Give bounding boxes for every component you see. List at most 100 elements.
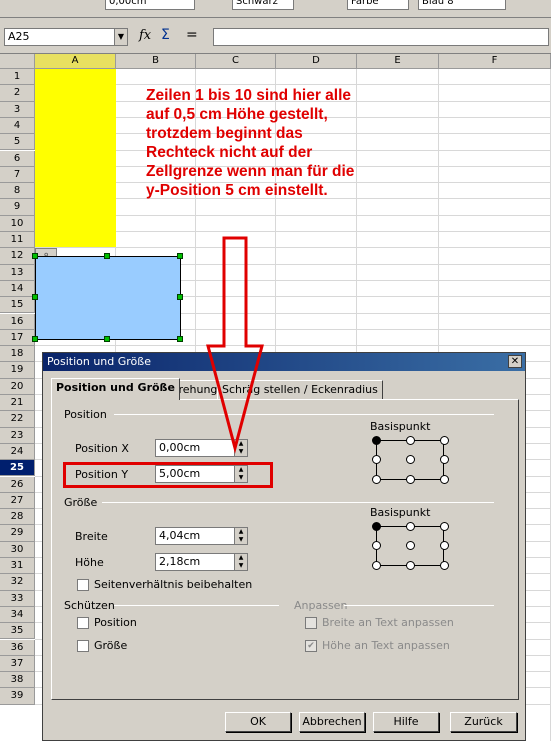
row-header-28[interactable]: 28 bbox=[0, 509, 35, 526]
row-header-15[interactable]: 15 bbox=[0, 297, 35, 314]
highlighted-cells bbox=[35, 69, 116, 247]
row-header-34[interactable]: 34 bbox=[0, 606, 35, 624]
row-header-26[interactable]: 26 bbox=[0, 476, 35, 493]
protect-position-label: Position bbox=[94, 616, 137, 629]
row-header-14[interactable]: 14 bbox=[0, 280, 35, 298]
resize-handle-t[interactable] bbox=[104, 253, 110, 259]
area-color-select[interactable]: Blau 8 bbox=[418, 0, 506, 10]
basispunkt-label-position: Basispunkt bbox=[370, 420, 431, 433]
row-header-13[interactable]: 13 bbox=[0, 264, 35, 281]
row-header-4[interactable]: 4 bbox=[0, 117, 35, 135]
row-header-19[interactable]: 19 bbox=[0, 362, 35, 379]
column-header-a[interactable]: A bbox=[35, 54, 116, 69]
ok-button[interactable]: OK bbox=[225, 712, 291, 732]
resize-handle-bl[interactable] bbox=[32, 336, 38, 342]
fit-height-label: Höhe an Text anpassen bbox=[322, 639, 450, 652]
row-header-29[interactable]: 29 bbox=[0, 525, 35, 542]
basispunkt-label-size: Basispunkt bbox=[370, 506, 431, 519]
help-button[interactable]: Hilfe bbox=[373, 712, 439, 732]
corner-cell[interactable] bbox=[0, 54, 35, 69]
row-header-23[interactable]: 23 bbox=[0, 427, 35, 444]
resize-handle-r[interactable] bbox=[177, 294, 183, 300]
resize-handle-tr[interactable] bbox=[177, 253, 183, 259]
down-arrow-icon bbox=[206, 236, 264, 454]
row-header-37[interactable]: 37 bbox=[0, 655, 35, 673]
area-style-select[interactable]: Farbe bbox=[347, 0, 409, 10]
row-header-32[interactable]: 32 bbox=[0, 574, 35, 591]
resize-handle-br[interactable] bbox=[177, 336, 183, 342]
row-header-22[interactable]: 22 bbox=[0, 411, 35, 428]
rectangle-shape[interactable] bbox=[35, 256, 181, 340]
fit-height-checkbox[interactable]: ✔ bbox=[305, 640, 317, 652]
width-field[interactable]: 4,04cm ▲ ▼ bbox=[155, 527, 248, 545]
resize-handle-l[interactable] bbox=[32, 294, 38, 300]
row-header-11[interactable]: 11 bbox=[0, 232, 35, 249]
highlight-box bbox=[63, 462, 273, 488]
row-header-12[interactable]: 12 bbox=[0, 248, 35, 265]
row-header-10[interactable]: 10 bbox=[0, 215, 35, 232]
spin-arrows-icon[interactable]: ▲ ▼ bbox=[234, 528, 247, 544]
resize-handle-b[interactable] bbox=[104, 336, 110, 342]
row-header-7[interactable]: 7 bbox=[0, 166, 35, 184]
column-header-c[interactable]: C bbox=[196, 54, 276, 69]
row-header-31[interactable]: 31 bbox=[0, 558, 35, 575]
resize-handle-tl[interactable] bbox=[32, 253, 38, 259]
annotation-note: Zeilen 1 bis 10 sind hier alle auf 0,5 c… bbox=[146, 87, 355, 199]
reset-button[interactable]: Zurück bbox=[450, 712, 517, 732]
row-header-1[interactable]: 1 bbox=[0, 69, 35, 86]
adapt-section-label: Anpassen bbox=[294, 599, 348, 612]
row-header-27[interactable]: 27 bbox=[0, 492, 35, 510]
cancel-button[interactable]: Abbrechen bbox=[299, 712, 365, 732]
width-label: Breite bbox=[75, 530, 108, 543]
row-header-17[interactable]: 17 bbox=[0, 329, 35, 347]
row-header-9[interactable]: 9 bbox=[0, 199, 35, 216]
row-header-38[interactable]: 38 bbox=[0, 672, 35, 689]
row-header-21[interactable]: 21 bbox=[0, 395, 35, 412]
keep-ratio-checkbox[interactable] bbox=[77, 579, 89, 591]
row-header-20[interactable]: 20 bbox=[0, 378, 35, 395]
fit-width-checkbox[interactable] bbox=[305, 617, 317, 629]
column-header-f[interactable]: F bbox=[439, 54, 551, 69]
row-header-30[interactable]: 30 bbox=[0, 541, 35, 558]
row-header-25[interactable]: 25 bbox=[0, 460, 35, 477]
function-wizard-icon[interactable]: fx bbox=[139, 28, 151, 43]
protect-size-checkbox[interactable] bbox=[77, 640, 89, 652]
width-value: 4,04cm bbox=[159, 529, 201, 542]
row-header-2[interactable]: 2 bbox=[0, 85, 35, 102]
row-header-24[interactable]: 24 bbox=[0, 443, 35, 461]
close-icon[interactable]: ✕ bbox=[508, 355, 522, 368]
row-header-35[interactable]: 35 bbox=[0, 623, 35, 640]
height-value: 2,18cm bbox=[159, 555, 201, 568]
row-header-16[interactable]: 16 bbox=[0, 313, 35, 330]
line-width-field[interactable]: 0,00cm bbox=[105, 0, 195, 10]
chevron-down-icon[interactable]: ▼ bbox=[114, 29, 127, 45]
formula-input[interactable] bbox=[213, 28, 549, 46]
keep-ratio-label: Seitenverhältnis beibehalten bbox=[94, 578, 253, 591]
height-field[interactable]: 2,18cm ▲ ▼ bbox=[155, 553, 248, 571]
row-header-5[interactable]: 5 bbox=[0, 134, 35, 151]
row-header-6[interactable]: 6 bbox=[0, 150, 35, 167]
column-header-e[interactable]: E bbox=[357, 54, 439, 69]
row-header-36[interactable]: 36 bbox=[0, 639, 35, 656]
name-box[interactable]: A25 ▼ bbox=[4, 28, 128, 46]
position-size-dialog: Position und Größe ✕ Position und Größe … bbox=[42, 352, 526, 741]
line-color-select[interactable]: Schwarz bbox=[232, 0, 294, 10]
function-icon[interactable]: = bbox=[186, 27, 198, 43]
column-header-d[interactable]: D bbox=[276, 54, 357, 69]
row-header-18[interactable]: 18 bbox=[0, 346, 35, 363]
fit-width-label: Breite an Text anpassen bbox=[322, 616, 454, 629]
cell-reference: A25 bbox=[8, 30, 30, 43]
tab-panel: Position Position X 0,00cm ▲ ▼ Position Y… bbox=[51, 399, 519, 700]
tab-position-size[interactable]: Position und Größe bbox=[51, 378, 180, 400]
dialog-title: Position und Größe bbox=[47, 355, 151, 368]
base-point-selector-size[interactable] bbox=[370, 520, 456, 572]
row-header-8[interactable]: 8 bbox=[0, 183, 35, 200]
row-header-39[interactable]: 39 bbox=[0, 688, 35, 705]
row-header-3[interactable]: 3 bbox=[0, 101, 35, 118]
base-point-selector-position[interactable] bbox=[370, 434, 456, 486]
spin-arrows-icon[interactable]: ▲ ▼ bbox=[234, 554, 247, 570]
row-header-33[interactable]: 33 bbox=[0, 590, 35, 607]
sum-icon[interactable]: Σ bbox=[161, 27, 170, 43]
protect-position-checkbox[interactable] bbox=[77, 617, 89, 629]
column-header-b[interactable]: B bbox=[116, 54, 196, 69]
